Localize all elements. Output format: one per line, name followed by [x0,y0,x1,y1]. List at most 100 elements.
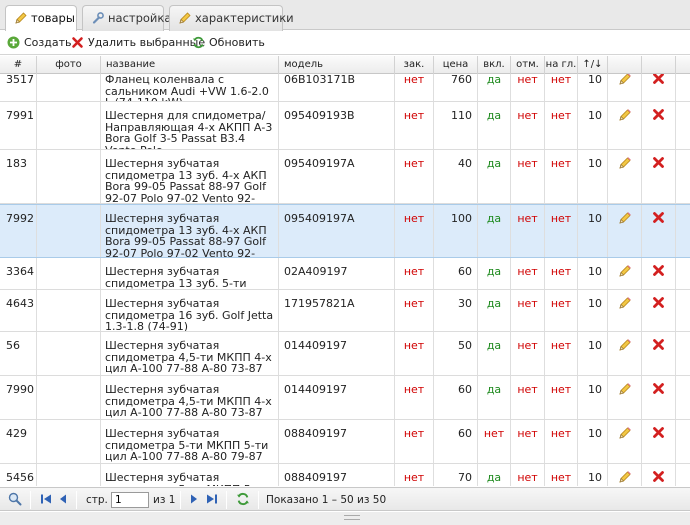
cell-marked[interactable]: нет [511,332,545,375]
cell-marked[interactable]: нет [511,420,545,463]
edit-row-button[interactable] [608,332,642,375]
cell-enabled[interactable]: да [478,205,511,257]
cell-enabled[interactable]: да [478,258,511,289]
cell-enabled[interactable]: да [478,290,511,331]
table-row[interactable]: 183 Шестерня зубчатая спидометра 13 зуб. … [0,150,690,204]
column-header-sort[interactable]: ↑/↓ [578,56,608,74]
cell-home[interactable]: нет [545,464,578,486]
cell-marked[interactable]: нет [511,205,545,257]
column-header-model[interactable]: модель [279,56,395,74]
delete-row-button[interactable] [642,205,676,257]
table-row[interactable]: 5456 Шестерня зубчатая спидометра 5-ти МК… [0,464,690,486]
edit-row-button[interactable] [608,420,642,463]
edit-row-button[interactable] [608,376,642,419]
cell-home[interactable]: нет [545,376,578,419]
column-header-ordered[interactable]: зак. [395,56,434,74]
next-page-button[interactable] [189,492,199,508]
cell-enabled[interactable]: нет [478,420,511,463]
cell-marked[interactable]: нет [511,464,545,486]
pager-separator [30,491,31,509]
tab-products[interactable]: товары [5,5,77,32]
cell-sort: 10 [578,102,608,149]
last-page-button[interactable] [206,492,218,508]
page-count-label: из 1 [153,494,176,506]
table-row[interactable]: 3364 Шестерня зубчатая спидометра 13 зуб.… [0,258,690,290]
cell-home[interactable]: нет [545,332,578,375]
prev-page-button[interactable] [58,492,68,508]
table-row[interactable]: 7992 Шестерня зубчатая спидометра 13 зуб.… [0,204,690,258]
edit-row-button[interactable] [608,205,642,257]
edit-row-button[interactable] [608,258,642,289]
page-number-input[interactable] [111,492,149,508]
cell-enabled[interactable]: да [478,464,511,486]
cell-price: 100 [434,205,478,257]
first-page-icon [41,494,51,504]
cell-home[interactable]: нет [545,150,578,203]
column-header-price[interactable]: цена [434,56,478,74]
table-row[interactable]: 4643 Шестерня зубчатая спидометра 16 зуб.… [0,290,690,332]
cell-enabled[interactable]: да [478,102,511,149]
cell-id: 7991 [0,102,37,149]
cell-enabled[interactable]: да [478,332,511,375]
cell-ordered: нет [395,464,434,486]
cell-home[interactable]: нет [545,258,578,289]
column-header-marked[interactable]: отм. [511,56,545,74]
delete-row-button[interactable] [642,420,676,463]
delete-row-button[interactable] [642,332,676,375]
cell-price: 40 [434,150,478,203]
cell-marked[interactable]: нет [511,74,545,101]
cell-sort: 10 [578,74,608,101]
cell-home[interactable]: нет [545,74,578,101]
column-header-home[interactable]: на гл. [545,56,578,74]
resize-grip-icon[interactable] [344,515,360,520]
delete-row-button[interactable] [642,376,676,419]
next-page-icon [191,494,197,504]
table-row[interactable]: 7991 Шестерня для спидометра/ Направляюща… [0,102,690,150]
table-row[interactable]: 429 Шестерня зубчатая спидометра 5-ти МКП… [0,420,690,464]
photo-cell [37,205,101,257]
edit-row-button[interactable] [608,464,642,486]
column-header-id[interactable]: # [0,56,37,74]
tab-characteristics[interactable]: характеристики [169,5,294,31]
cell-marked[interactable]: нет [511,290,545,331]
column-header-photo[interactable]: фото [37,56,101,74]
delete-selected-button[interactable]: Удалить выбранные [71,35,205,51]
table-row[interactable]: 7990 Шестерня зубчатая спидометра 4,5-ти … [0,376,690,420]
cell-home[interactable]: нет [545,290,578,331]
cell-home[interactable]: нет [545,102,578,149]
delete-row-button[interactable] [642,290,676,331]
pager-refresh-button[interactable] [236,492,250,508]
delete-icon [652,297,665,312]
column-header-enabled[interactable]: вкл. [478,56,511,74]
cell-enabled[interactable]: да [478,376,511,419]
edit-row-button[interactable] [608,150,642,203]
cell-ordered: нет [395,376,434,419]
add-button[interactable]: Создать [7,35,72,51]
search-button[interactable] [8,492,22,508]
cell-marked[interactable]: нет [511,102,545,149]
table-row[interactable]: 56 Шестерня зубчатая спидометра 4,5-ти МК… [0,332,690,376]
cell-marked[interactable]: нет [511,376,545,419]
tab-settings[interactable]: настройка [82,5,171,31]
first-page-button[interactable] [40,492,52,508]
cell-home[interactable]: нет [545,420,578,463]
cell-price: 60 [434,258,478,289]
cell-marked[interactable]: нет [511,150,545,203]
table-row[interactable]: 3517 Фланец коленвала с сальником Audi +V… [0,74,690,102]
edit-row-button[interactable] [608,102,642,149]
cell-enabled[interactable]: да [478,74,511,101]
delete-row-button[interactable] [642,74,676,101]
cell-home[interactable]: нет [545,205,578,257]
delete-row-button[interactable] [642,464,676,486]
column-header-name[interactable]: название [101,56,279,74]
edit-row-button[interactable] [608,290,642,331]
edit-row-button[interactable] [608,74,642,101]
cell-enabled[interactable]: да [478,150,511,203]
delete-row-button[interactable] [642,258,676,289]
cell-ordered: нет [395,332,434,375]
delete-row-button[interactable] [642,102,676,149]
delete-row-button[interactable] [642,150,676,203]
cell-marked[interactable]: нет [511,258,545,289]
resize-bar[interactable] [0,512,690,525]
refresh-button[interactable]: Обновить [192,35,265,51]
